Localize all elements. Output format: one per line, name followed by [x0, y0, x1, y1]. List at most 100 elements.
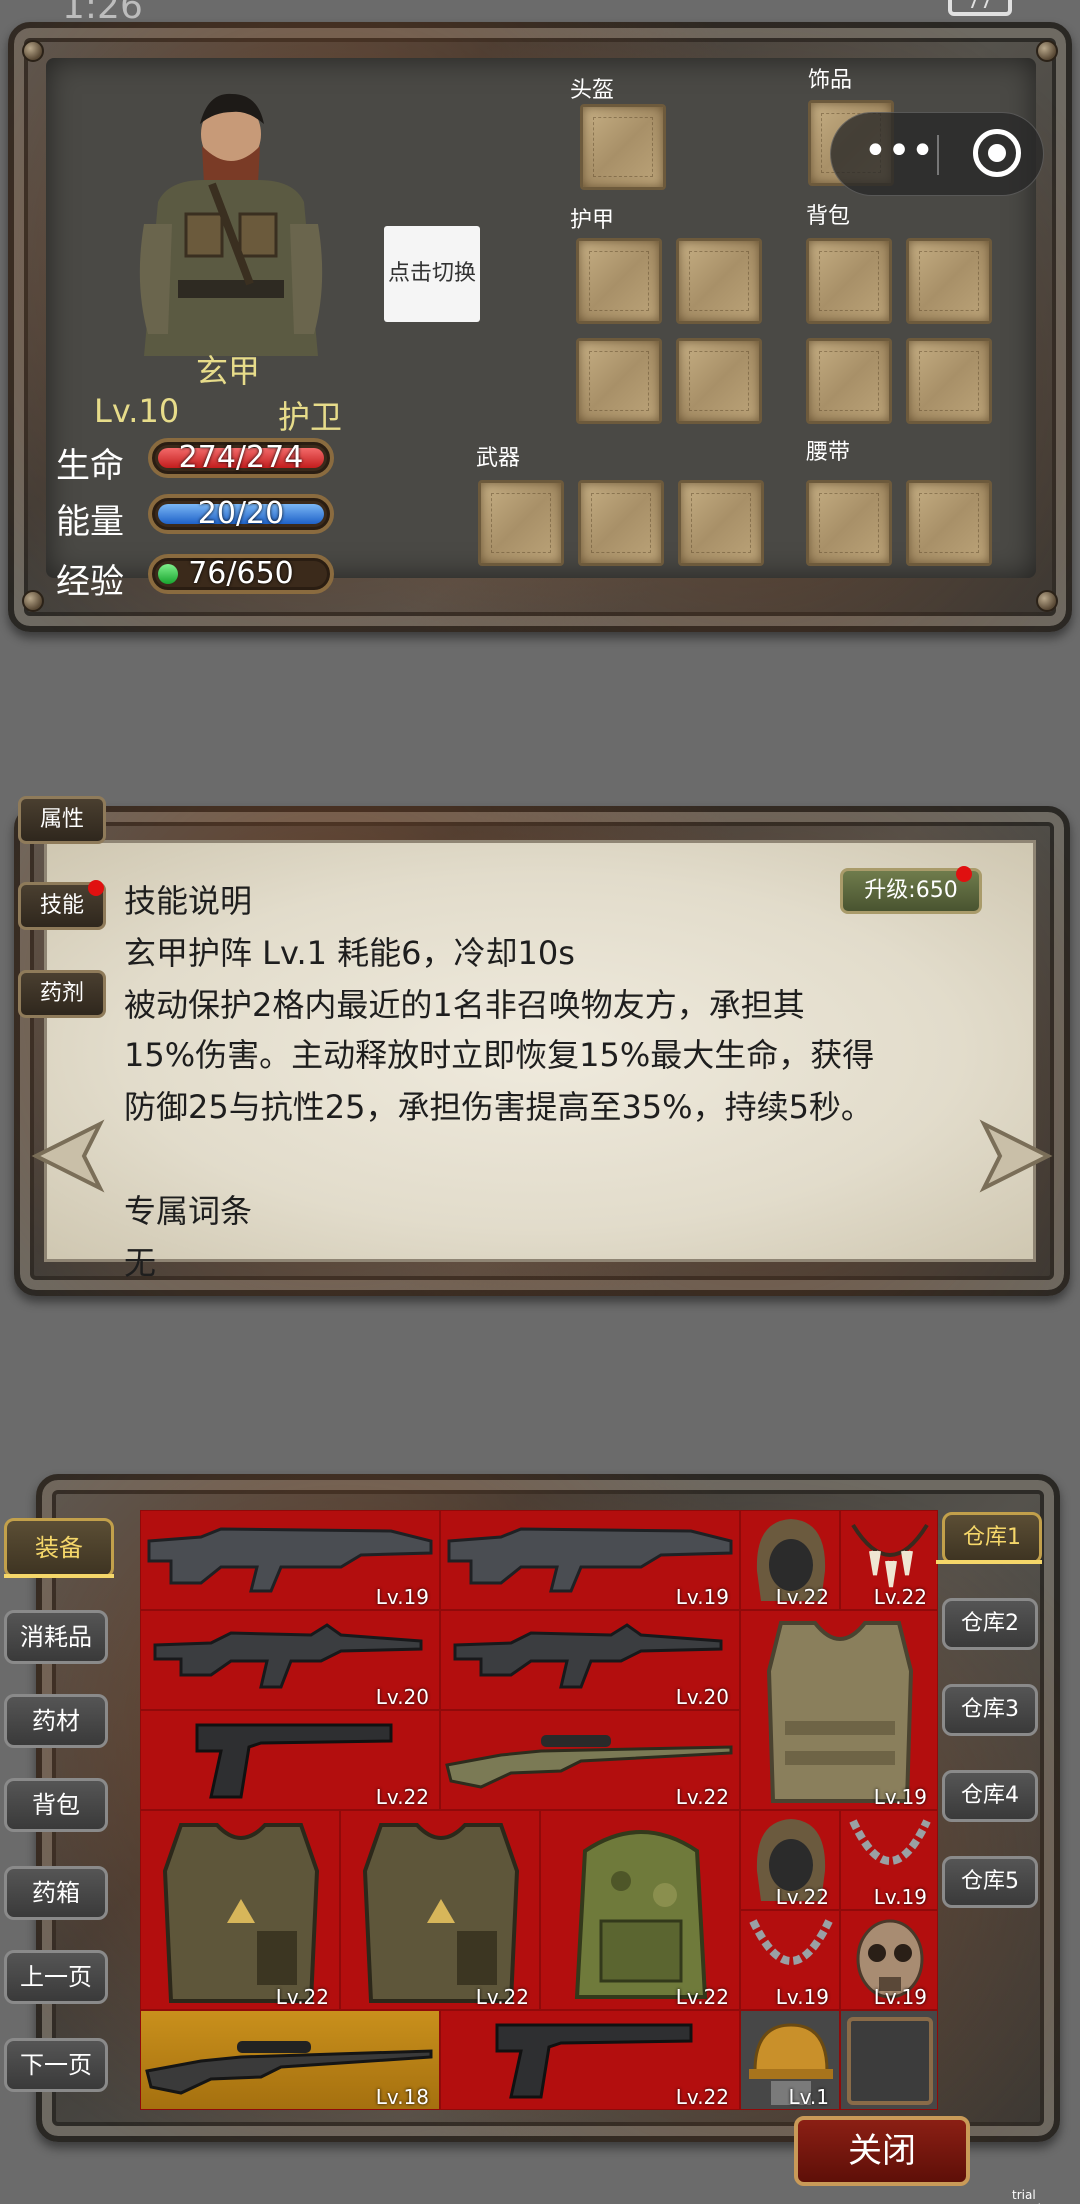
- target-close-icon[interactable]: [973, 129, 1021, 177]
- backpack-slot[interactable]: [906, 238, 992, 324]
- inventory-item[interactable]: Lv.22: [540, 1810, 740, 2010]
- inventory-item[interactable]: Lv.19: [840, 1910, 938, 2010]
- character-portrait[interactable]: [128, 84, 334, 356]
- character-level: Lv.10: [94, 392, 180, 430]
- switch-character-button[interactable]: 点击切换: [384, 226, 480, 322]
- close-button[interactable]: 关闭: [794, 2116, 970, 2186]
- armor-slot[interactable]: [576, 338, 662, 424]
- inventory-item[interactable]: Lv.22: [140, 1810, 340, 2010]
- armor-slot[interactable]: [576, 238, 662, 324]
- bolt-icon: [22, 590, 44, 612]
- item-level: Lv.22: [475, 1985, 529, 2009]
- weapon-slot[interactable]: [478, 480, 564, 566]
- backpack-slot[interactable]: [806, 338, 892, 424]
- capsule-divider: [937, 135, 939, 175]
- combat-vest-icon: [162, 1823, 320, 2003]
- inventory-item[interactable]: Lv.19: [440, 1510, 740, 1610]
- tab-warehouse-1[interactable]: 仓库1: [942, 1512, 1042, 1564]
- notification-dot: [88, 880, 104, 896]
- weapon-slot[interactable]: [678, 480, 764, 566]
- next-page-button[interactable]: 下一页: [4, 2038, 108, 2092]
- inventory-item[interactable]: Lv.19: [140, 1510, 440, 1610]
- inventory-item[interactable]: Lv.22: [340, 1810, 540, 2010]
- weapon-slot[interactable]: [578, 480, 664, 566]
- exclusive-value: 无: [124, 1244, 157, 1282]
- inventory-item[interactable]: Lv.18: [140, 2010, 440, 2110]
- inventory-item[interactable]: Lv.20: [440, 1610, 740, 1710]
- inventory-item[interactable]: Lv.22: [440, 2010, 740, 2110]
- hp-label: 生命: [56, 446, 124, 486]
- notification-dot: [956, 866, 972, 882]
- backpack-slot[interactable]: [906, 338, 992, 424]
- previous-skill-arrow-icon[interactable]: [30, 1118, 106, 1194]
- tab-warehouse-2[interactable]: 仓库2: [942, 1598, 1038, 1650]
- tab-attributes[interactable]: 属性: [18, 796, 106, 844]
- inventory-item[interactable]: Lv.22: [140, 1710, 440, 1810]
- inventory-item[interactable]: Lv.19: [740, 1910, 840, 2010]
- exp-bar: 76/650: [148, 554, 334, 594]
- exp-label: 经验: [56, 562, 124, 602]
- belt-slot-label: 腰带: [806, 440, 851, 465]
- belt-slot[interactable]: [806, 480, 892, 566]
- item-level: Lv.19: [375, 1585, 429, 1609]
- active-tab-indicator: [936, 1560, 1042, 1564]
- backpack-slot[interactable]: [806, 238, 892, 324]
- helmet-slot[interactable]: [580, 104, 666, 190]
- tab-warehouse-3[interactable]: 仓库3: [942, 1684, 1038, 1736]
- armor-slot[interactable]: [676, 238, 762, 324]
- more-dots-icon[interactable]: •••: [859, 131, 939, 177]
- inventory-item[interactable]: Lv.22: [740, 1810, 840, 1910]
- next-skill-arrow-icon[interactable]: [978, 1118, 1054, 1194]
- tab-potions[interactable]: 药剂: [18, 970, 106, 1018]
- item-level: Lv.22: [873, 1585, 927, 1609]
- item-level: Lv.19: [675, 1585, 729, 1609]
- tactical-vest-icon: [766, 1621, 914, 1803]
- character-name: 玄甲: [196, 352, 261, 390]
- character-class: 护卫: [278, 398, 343, 436]
- camo-backpack-icon: [574, 1830, 708, 1999]
- item-level: Lv.18: [375, 2085, 429, 2109]
- helmet-slot-label: 头盔: [570, 78, 615, 103]
- exclusive-heading: 专属词条: [124, 1192, 253, 1230]
- inventory-item[interactable]: Lv.22: [840, 1510, 938, 1610]
- tab-equipment[interactable]: 装备: [4, 1518, 114, 1578]
- exp-value: 76/650: [188, 556, 294, 591]
- energy-bar: 20/20: [148, 494, 334, 534]
- bolt-icon: [1036, 40, 1058, 62]
- skill-description-line: 15%伤害。主动释放时立即恢复15%最大生命，获得: [124, 1036, 875, 1074]
- hp-bar: 274/274: [148, 438, 334, 478]
- skill-description-line: 防御25与抗性25，承担伤害提高至35%，持续5秒。: [124, 1088, 873, 1126]
- tab-bag[interactable]: 背包: [4, 1778, 108, 1832]
- belt-slot[interactable]: [906, 480, 992, 566]
- miniprogram-capsule: •••: [830, 112, 1044, 196]
- inventory-item[interactable]: Lv.19: [740, 1610, 938, 1810]
- item-level: Lv.22: [275, 1985, 329, 2009]
- tab-warehouse-4[interactable]: 仓库4: [942, 1770, 1038, 1822]
- inventory-item[interactable]: Lv.19: [840, 1810, 938, 1910]
- hp-value: 274/274: [178, 440, 304, 475]
- item-level: Lv.20: [675, 1685, 729, 1709]
- inventory-item[interactable]: Lv.20: [140, 1610, 440, 1710]
- weapon-slot-label: 武器: [476, 446, 521, 471]
- tab-medkit[interactable]: 药箱: [4, 1866, 108, 1920]
- item-level: Lv.22: [375, 1785, 429, 1809]
- skill-title-line: 玄甲护阵 Lv.1 耗能6，冷却10s: [124, 934, 575, 972]
- skill-heading: 技能说明: [124, 882, 253, 920]
- tab-consumables[interactable]: 消耗品: [4, 1610, 108, 1664]
- inventory-item[interactable]: Lv.22: [440, 1710, 740, 1810]
- tab-warehouse-5[interactable]: 仓库5: [942, 1856, 1038, 1908]
- item-level: Lv.19: [873, 1985, 927, 2009]
- item-level: Lv.19: [873, 1785, 927, 1809]
- bolt-icon: [22, 40, 44, 62]
- inventory-item[interactable]: Lv.22: [740, 1510, 840, 1610]
- skill-description-line: 被动保护2格内最近的1名非召唤物友方，承担其: [124, 986, 805, 1024]
- energy-label: 能量: [56, 502, 124, 542]
- item-level: Lv.22: [675, 1985, 729, 2009]
- backpack-slot-label: 背包: [806, 204, 851, 229]
- previous-page-button[interactable]: 上一页: [4, 1950, 108, 2004]
- bolt-icon: [1036, 590, 1058, 612]
- empty-item-slot[interactable]: [840, 2010, 938, 2110]
- tab-herbs[interactable]: 药材: [4, 1694, 108, 1748]
- inventory-item[interactable]: Lv.1: [740, 2010, 840, 2110]
- armor-slot[interactable]: [676, 338, 762, 424]
